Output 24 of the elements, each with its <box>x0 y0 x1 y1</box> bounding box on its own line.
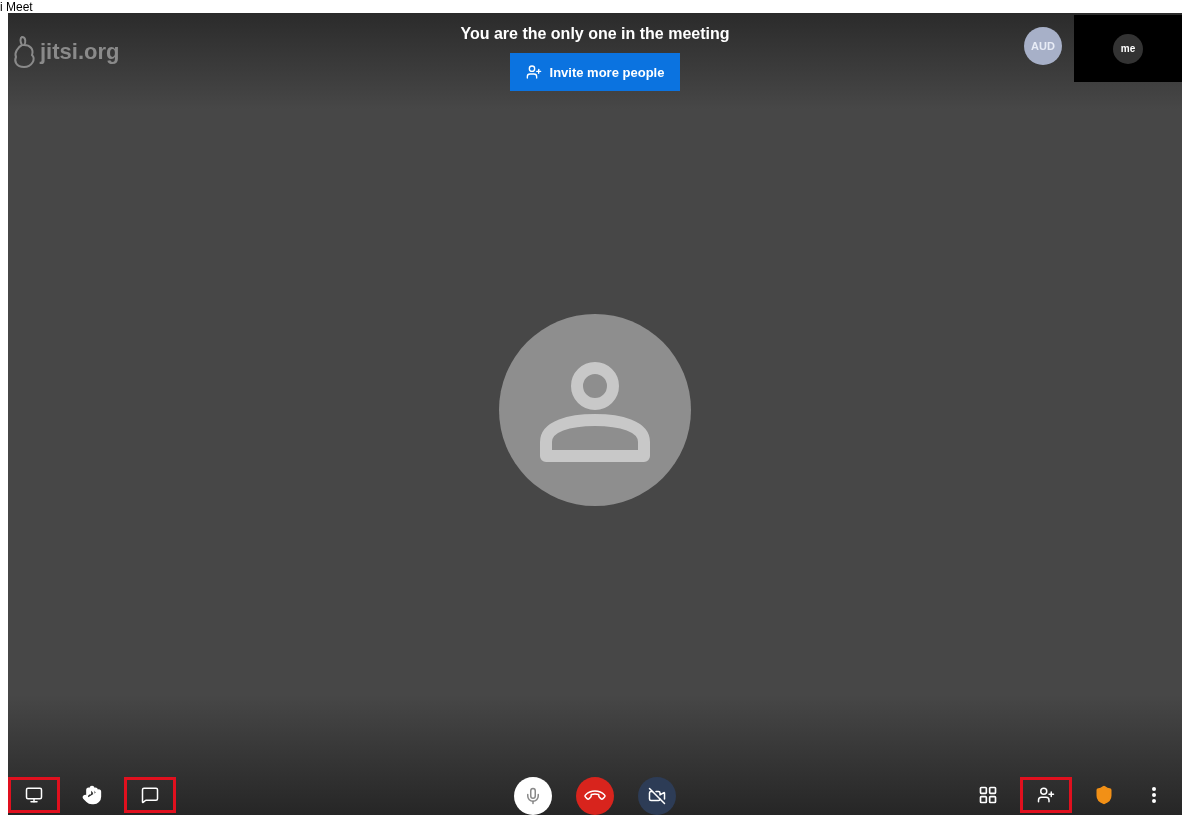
microphone-button[interactable] <box>514 777 552 815</box>
invite-button[interactable]: Invite more people <box>509 53 681 91</box>
monitor-icon <box>25 786 43 804</box>
hang-up-button[interactable] <box>576 777 614 815</box>
page-title: i Meet <box>0 1 33 13</box>
logo-text: jitsi.org <box>40 39 120 65</box>
microphone-icon <box>524 787 542 805</box>
grid-icon <box>978 785 998 805</box>
shield-icon <box>1094 785 1114 805</box>
notice-title: You are the only one in the meeting <box>460 25 730 43</box>
screen-share-button[interactable] <box>8 777 60 813</box>
person-icon <box>1037 786 1055 804</box>
hand-icon <box>82 785 102 805</box>
more-icon <box>1152 787 1156 803</box>
logo-icon <box>12 35 38 69</box>
person-icon <box>525 64 542 80</box>
camera-button[interactable] <box>638 777 676 815</box>
participant-avatar: AUD <box>1024 27 1062 65</box>
camera-off-icon <box>648 787 666 805</box>
chat-icon <box>141 786 159 804</box>
local-avatar: me <box>1113 33 1143 64</box>
local-video-thumbnail[interactable]: me <box>1074 15 1182 82</box>
participants-button[interactable] <box>1020 777 1072 813</box>
chat-button[interactable] <box>124 777 176 813</box>
